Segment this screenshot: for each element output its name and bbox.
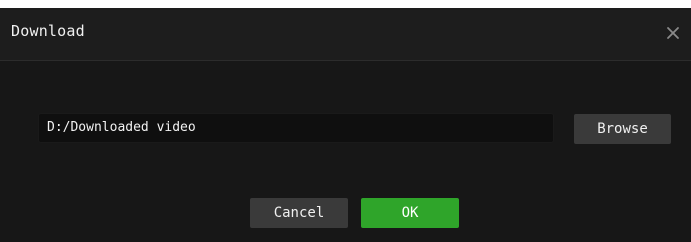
browse-button[interactable]: Browse	[574, 114, 671, 144]
download-path-field[interactable]: D:/Downloaded video	[38, 113, 554, 143]
close-icon[interactable]	[664, 24, 682, 42]
download-dialog: Download D:/Downloaded video Browse Canc…	[0, 8, 691, 242]
cancel-button[interactable]: Cancel	[250, 198, 348, 228]
ok-button[interactable]: OK	[361, 198, 459, 228]
dialog-title: Download	[11, 22, 85, 40]
title-bar: Download	[0, 8, 691, 61]
close-icon-glyph	[667, 27, 679, 39]
